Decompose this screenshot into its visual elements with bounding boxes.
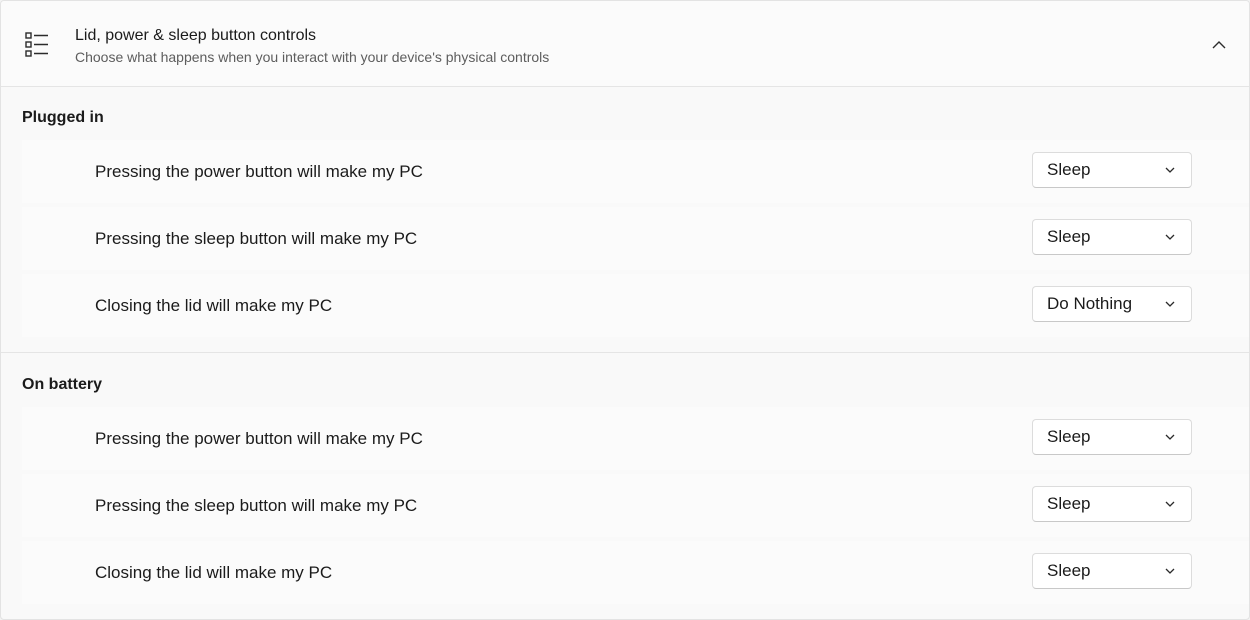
- power-settings-panel: Lid, power & sleep button controls Choos…: [0, 0, 1250, 620]
- header-subtitle: Choose what happens when you interact wi…: [75, 49, 550, 65]
- collapse-button[interactable]: [1205, 31, 1233, 57]
- chevron-down-icon: [1165, 434, 1175, 440]
- list-settings-icon: [25, 32, 48, 57]
- dropdown-value: Sleep: [1047, 160, 1091, 179]
- setting-label: Pressing the sleep button will make my P…: [95, 495, 418, 515]
- dropdown-value: Sleep: [1047, 494, 1091, 513]
- dropdown-value: Sleep: [1047, 561, 1091, 580]
- setting-row-battery-sleep: Pressing the sleep button will make my P…: [22, 474, 1249, 537]
- section-title-on-battery: On battery: [22, 376, 103, 393]
- chevron-down-icon: [1165, 167, 1175, 173]
- setting-label: Pressing the power button will make my P…: [95, 161, 423, 181]
- setting-row-plugged-lid: Closing the lid will make my PC Do Nothi…: [22, 274, 1249, 337]
- chevron-down-icon: [1165, 568, 1175, 574]
- setting-label: Pressing the power button will make my P…: [95, 428, 423, 448]
- action-dropdown-battery-power[interactable]: Sleep: [1032, 419, 1192, 455]
- dropdown-value: Sleep: [1047, 427, 1091, 446]
- section-title-plugged-in: Plugged in: [22, 109, 104, 126]
- setting-label: Pressing the sleep button will make my P…: [95, 228, 418, 248]
- setting-row-battery-power: Pressing the power button will make my P…: [22, 407, 1249, 470]
- setting-row-plugged-sleep: Pressing the sleep button will make my P…: [22, 207, 1249, 270]
- action-dropdown-plugged-lid[interactable]: Do Nothing: [1032, 286, 1192, 322]
- action-dropdown-battery-sleep[interactable]: Sleep: [1032, 486, 1192, 522]
- chevron-down-icon: [1165, 501, 1175, 507]
- expander-header[interactable]: Lid, power & sleep button controls Choos…: [1, 1, 1249, 87]
- section-divider: [1, 352, 1249, 353]
- chevron-down-icon: [1165, 234, 1175, 240]
- dropdown-value: Do Nothing: [1047, 294, 1133, 313]
- header-title: Lid, power & sleep button controls: [75, 27, 317, 44]
- action-dropdown-battery-lid[interactable]: Sleep: [1032, 553, 1192, 589]
- chevron-down-icon: [1165, 301, 1175, 307]
- dropdown-value: Sleep: [1047, 227, 1091, 246]
- chevron-up-icon: [1212, 40, 1226, 48]
- setting-row-plugged-power: Pressing the power button will make my P…: [22, 140, 1249, 203]
- action-dropdown-plugged-sleep[interactable]: Sleep: [1032, 219, 1192, 255]
- setting-label: Closing the lid will make my PC: [95, 295, 333, 315]
- action-dropdown-plugged-power[interactable]: Sleep: [1032, 152, 1192, 188]
- setting-label: Closing the lid will make my PC: [95, 562, 333, 582]
- setting-row-battery-lid: Closing the lid will make my PC Sleep: [22, 541, 1249, 604]
